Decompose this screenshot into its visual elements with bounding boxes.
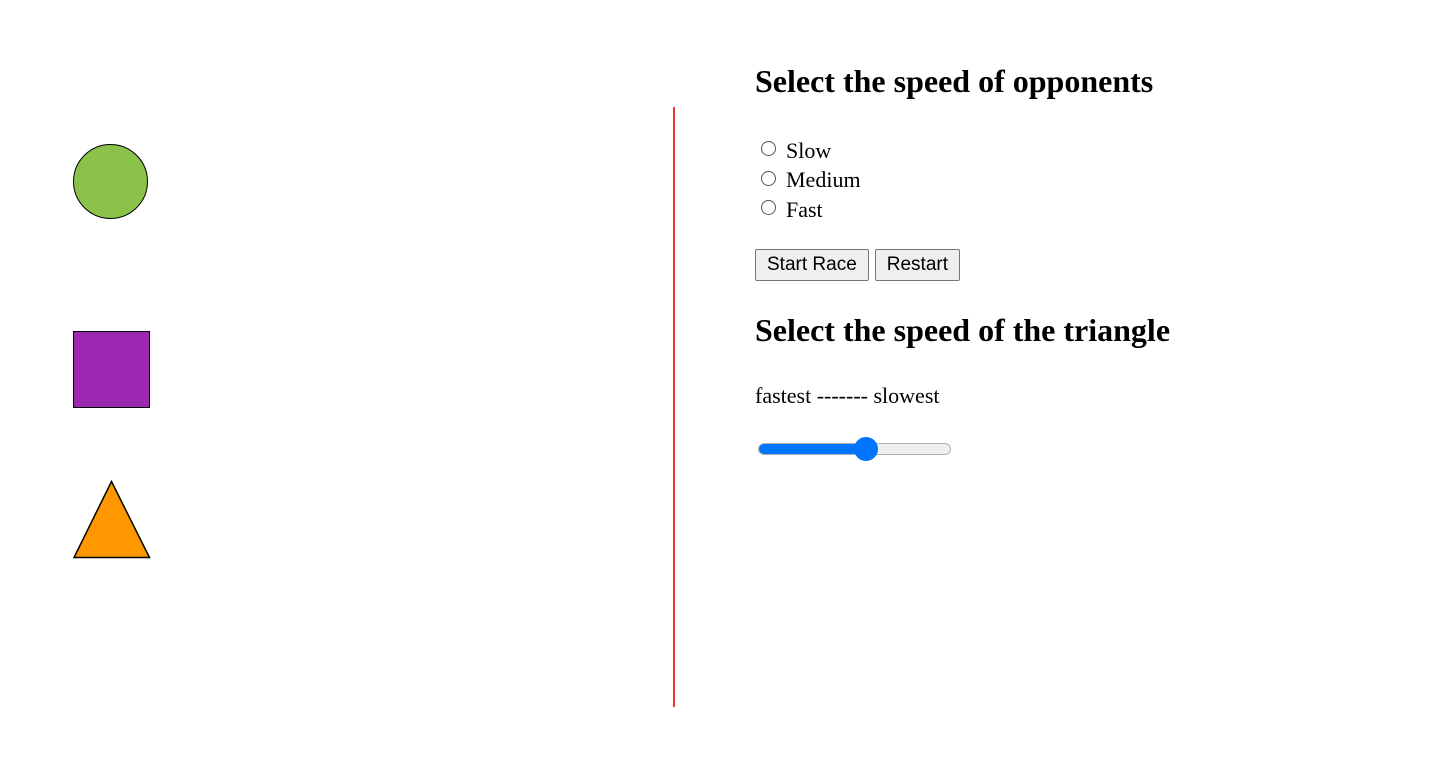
slider-fill [759,444,868,454]
finish-line [673,107,675,707]
speed-scale-label: fastest ------- slowest [755,383,940,408]
triangle-speed-slider[interactable] [758,437,951,461]
race-page: Select the speed of opponents Slow Mediu… [0,0,1440,772]
radio-option-fast[interactable]: Fast [761,195,861,225]
race-action-buttons: Start Race Restart [755,249,961,281]
radio-label-fast[interactable]: Fast [786,197,823,223]
radio-option-medium[interactable]: Medium [761,166,861,196]
restart-button[interactable]: Restart [874,249,961,281]
slider-thumb[interactable] [854,437,879,461]
triangle-racer [73,480,151,559]
start-race-button[interactable]: Start Race [755,249,869,281]
opponents-speed-heading: Select the speed of opponents [755,63,1154,99]
radio-button-medium[interactable] [761,170,776,186]
radio-label-slow[interactable]: Slow [786,138,831,164]
radio-button-slow[interactable] [761,141,776,157]
radio-option-slow[interactable]: Slow [761,136,861,166]
radio-button-fast[interactable] [761,200,776,216]
square-racer [73,331,150,408]
radio-label-medium[interactable]: Medium [786,167,861,193]
triangle-speed-heading: Select the speed of the triangle [755,312,1171,348]
opponent-speed-options: Slow Medium Fast [761,136,861,225]
circle-racer [73,144,148,219]
